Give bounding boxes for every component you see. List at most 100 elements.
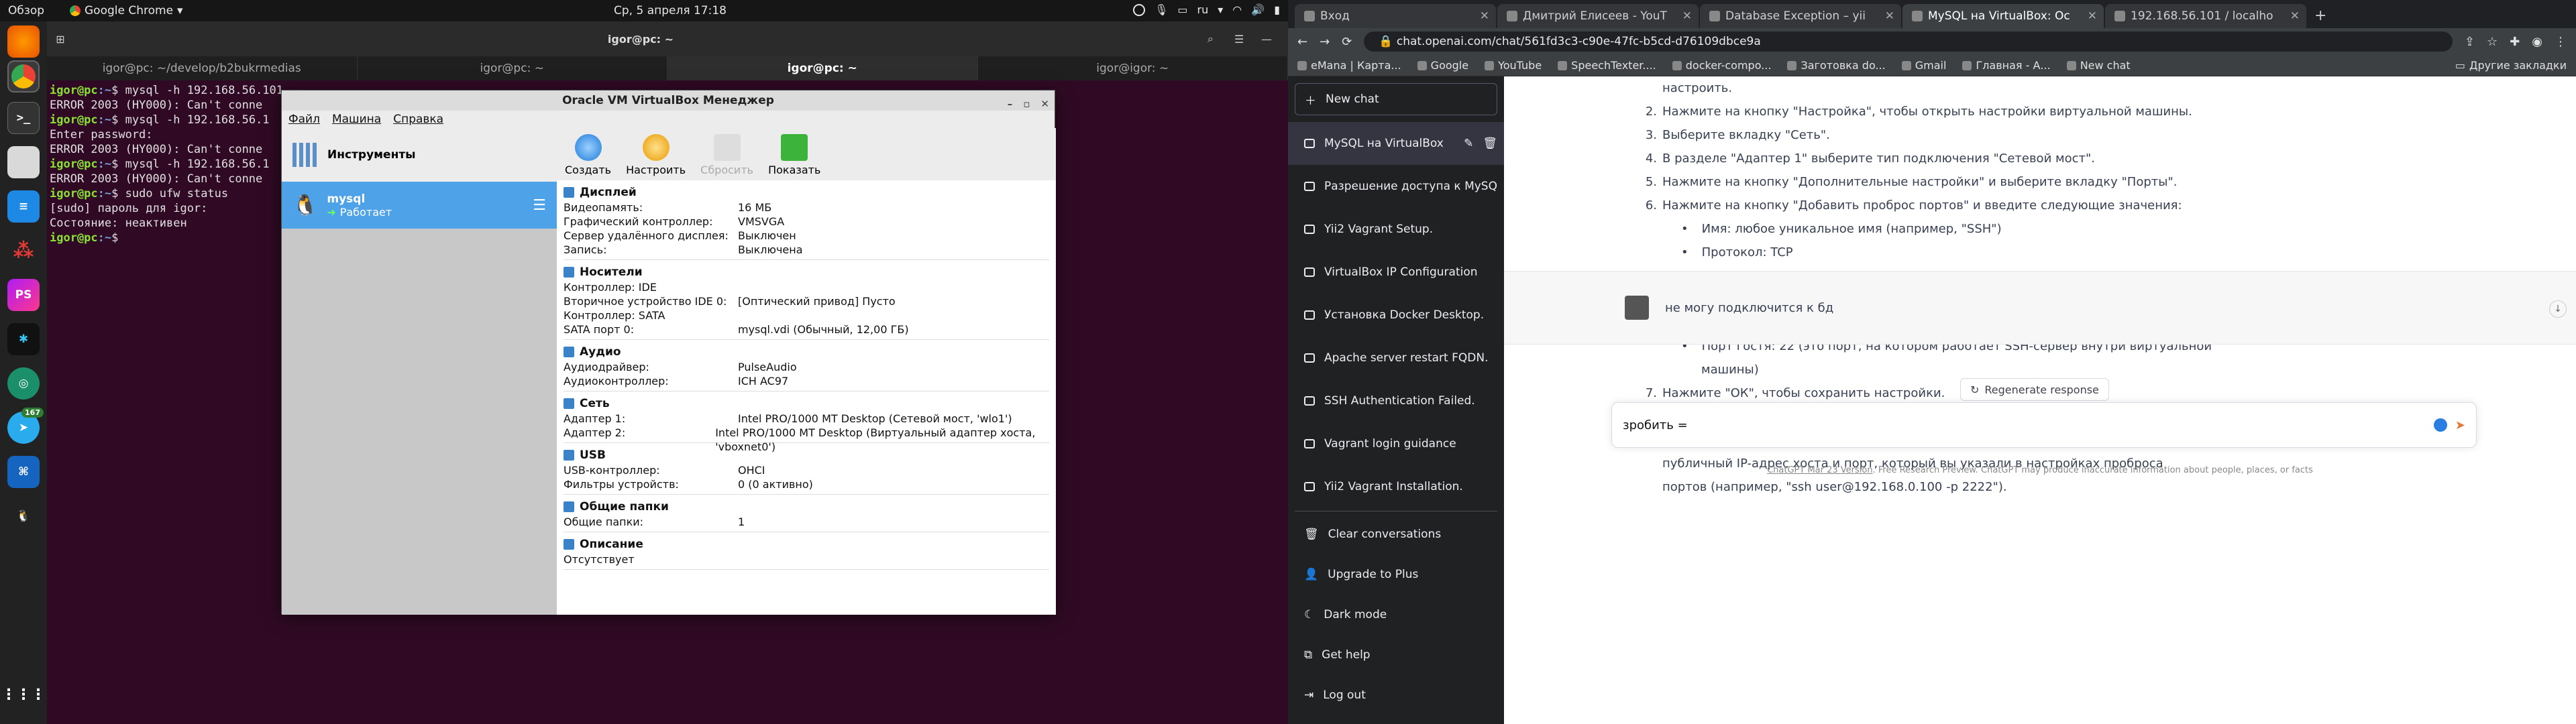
other-bookmarks[interactable]: ▭ Другие закладки <box>2455 59 2567 72</box>
terminal-tab-active[interactable]: igor@pc: ~ <box>667 56 978 80</box>
apps-icon[interactable]: ⁂ <box>7 235 40 267</box>
virtualbox-window[interactable]: Oracle VM VirtualBox Менеджер – ▫ ✕ Файл… <box>281 90 1056 615</box>
bookmark-item[interactable]: eMana | Картa... <box>1297 59 1401 72</box>
bookmark-item[interactable]: SpeechTexter.... <box>1558 59 1656 72</box>
extensions-icon[interactable]: ✚ <box>2510 35 2520 49</box>
terminal-tab[interactable]: igor@pc: ~/develop/b2bukrmedias <box>47 56 358 80</box>
browser-tab[interactable]: 192.168.56.101 / localho ✕ <box>2105 4 2306 28</box>
chrome-icon[interactable] <box>7 60 40 93</box>
chrome-window[interactable]: Вход ✕ Дмитрий Елисеев - YouT ✕ Database Exc… <box>1288 0 2576 724</box>
terminal-icon[interactable]: >_ <box>7 102 40 134</box>
address-bar[interactable]: 🔒 chat.openai.com/chat/561fd3c3-c90e-47f… <box>1364 32 2453 52</box>
game-icon[interactable]: 🐧 <box>7 500 40 532</box>
power-profile-icon[interactable] <box>1133 3 1146 16</box>
chat-history-item[interactable]: Yii2 Vagrant Installation. <box>1288 465 1504 508</box>
send-icon[interactable]: ➤ <box>2455 418 2465 432</box>
app-menu[interactable]: Google Chrome ▾ <box>70 4 183 17</box>
clock[interactable]: Ср, 5 апреля 17:18 <box>614 4 727 17</box>
terminal-tab[interactable]: igor@pc: ~ <box>358 56 667 80</box>
close-tab-icon[interactable]: ✕ <box>2290 4 2300 28</box>
browser-tab[interactable]: Вход ✕ <box>1295 4 1496 28</box>
battery-icon[interactable]: ▮ <box>1274 3 1280 16</box>
detail-section-title[interactable]: Аудио <box>564 344 1049 360</box>
phpstorm-icon[interactable]: PS <box>7 279 40 311</box>
search-icon[interactable]: ⌕ <box>1208 32 1234 46</box>
wifi-icon[interactable]: ◠ <box>1232 3 1242 16</box>
scroll-down-icon[interactable]: ↓ <box>2549 300 2567 318</box>
menu-file[interactable]: Файл <box>288 111 320 128</box>
new-tab-icon[interactable]: + <box>2308 7 2333 28</box>
microphone-icon[interactable]: 🎙 <box>1155 3 1168 16</box>
detail-section-title[interactable]: Описание <box>564 536 1049 552</box>
create-button[interactable]: Создать <box>565 134 611 176</box>
slack-icon[interactable]: ✱ <box>7 323 40 355</box>
chat-history-item[interactable]: SSH Authentication Failed. <box>1288 379 1504 422</box>
edit-icon[interactable]: ✎ <box>1464 137 1473 150</box>
activities-button[interactable]: Обзор <box>8 4 44 17</box>
close-tab-icon[interactable]: ✕ <box>1682 4 1692 28</box>
browser-tab[interactable]: Database Exception – yii ✕ <box>1700 4 1901 28</box>
bookmark-item[interactable]: YouTube <box>1485 59 1542 72</box>
sidebar-action[interactable]: ⧉ Get help <box>1288 635 1504 675</box>
chat-history-item[interactable]: MySQL на VirtualBox ✎ 🗑 <box>1288 122 1504 165</box>
vm-menu-icon[interactable]: ☰ <box>533 197 546 214</box>
show-button[interactable]: Показать <box>768 134 820 176</box>
chat-history-item[interactable]: Vagrant login guidance <box>1288 422 1504 465</box>
trash-icon[interactable]: 🗑 <box>1483 137 1497 150</box>
bookmark-item[interactable]: docker-compo... <box>1672 59 1771 72</box>
settings-icon[interactable]: ◎ <box>7 367 40 400</box>
bookmark-item[interactable]: Заготовка do... <box>1787 59 1886 72</box>
language-indicator[interactable]: ru <box>1197 3 1209 16</box>
display-icon[interactable]: ▭ <box>1177 3 1187 16</box>
detail-section-title[interactable]: Носители <box>564 264 1049 280</box>
sidebar-action[interactable]: 👤 Upgrade to Plus <box>1288 554 1504 595</box>
bookmark-item[interactable]: New chat <box>2066 59 2131 72</box>
close-tab-icon[interactable]: ✕ <box>1480 4 1489 28</box>
browser-tab[interactable]: MySQL на VirtualBox: Ос ✕ <box>1902 4 2104 28</box>
grammarly-icon[interactable] <box>2433 418 2447 432</box>
terminal-tab[interactable]: igor@igor: ~ <box>978 56 1288 80</box>
minimize-icon[interactable]: — <box>1261 33 1288 46</box>
forward-icon[interactable]: → <box>1320 35 1330 49</box>
chat-history-item[interactable]: Apache server restart FQDN. <box>1288 337 1504 379</box>
sidebar-action[interactable]: 🗑 Clear conversations <box>1288 514 1504 554</box>
share-icon[interactable]: ⇪ <box>2465 35 2475 49</box>
bookmark-item[interactable]: Google <box>1417 59 1468 72</box>
vm-item-mysql[interactable]: 🐧 mysql ➜ Работает ☰ <box>282 182 557 229</box>
menu-icon[interactable]: ☰ <box>1234 33 1261 46</box>
profile-icon[interactable]: ◉ <box>2532 35 2542 49</box>
show-apps-icon[interactable]: ⋮⋮⋮ <box>1 678 46 711</box>
browser-tab[interactable]: Дмитрий Елисеев - YouT ✕ <box>1497 4 1699 28</box>
firefox-icon[interactable] <box>7 25 40 58</box>
close-icon[interactable]: ✕ <box>1040 94 1049 114</box>
discard-button[interactable]: Сбросить <box>700 134 753 176</box>
star-icon[interactable]: ☆ <box>2487 35 2498 49</box>
detail-section-title[interactable]: Дисплей <box>564 184 1049 200</box>
detail-section-title[interactable]: Сеть <box>564 396 1049 412</box>
volume-icon[interactable]: 🔊 <box>1251 3 1265 16</box>
tools-item[interactable]: Инструменты <box>282 128 557 182</box>
files-icon[interactable] <box>7 146 40 178</box>
bookmark-item[interactable]: Главная - А... <box>1962 59 2051 72</box>
chat-history-item[interactable]: Разрешение доступа к MySQ <box>1288 165 1504 208</box>
menu-machine[interactable]: Машина <box>332 111 381 128</box>
detail-section-title[interactable]: USB <box>564 447 1049 463</box>
detail-section-title[interactable]: Общие папки <box>564 499 1049 515</box>
bookmark-item[interactable]: Gmail <box>1901 59 1946 72</box>
reload-icon[interactable]: ⟳ <box>1342 35 1352 49</box>
chat-history-item[interactable]: Установка Docker Desktop. <box>1288 294 1504 337</box>
sidebar-action[interactable]: ☾ Dark mode <box>1288 595 1504 635</box>
docs-icon[interactable]: ≡ <box>7 190 40 223</box>
minimize-icon[interactable]: – <box>1008 94 1013 114</box>
back-icon[interactable]: ← <box>1297 35 1307 49</box>
chat-history-item[interactable]: VirtualBox IP Configuration <box>1288 251 1504 294</box>
settings-button[interactable]: Настроить <box>626 134 686 176</box>
menu-help[interactable]: Справка <box>393 111 443 128</box>
chat-history-item[interactable]: Yii2 Vagrant Setup. <box>1288 208 1504 251</box>
sidebar-action[interactable]: ⇥ Log out <box>1288 675 1504 715</box>
prompt-input[interactable]: зробить = ➤ <box>1611 402 2477 448</box>
close-tab-icon[interactable]: ✕ <box>1885 4 1894 28</box>
maximize-icon[interactable]: ▫ <box>1023 94 1030 114</box>
version-link[interactable]: ChatGPT Mar 23 Version <box>1767 465 1873 475</box>
telegram-icon[interactable]: ➤ 167 <box>7 408 44 444</box>
